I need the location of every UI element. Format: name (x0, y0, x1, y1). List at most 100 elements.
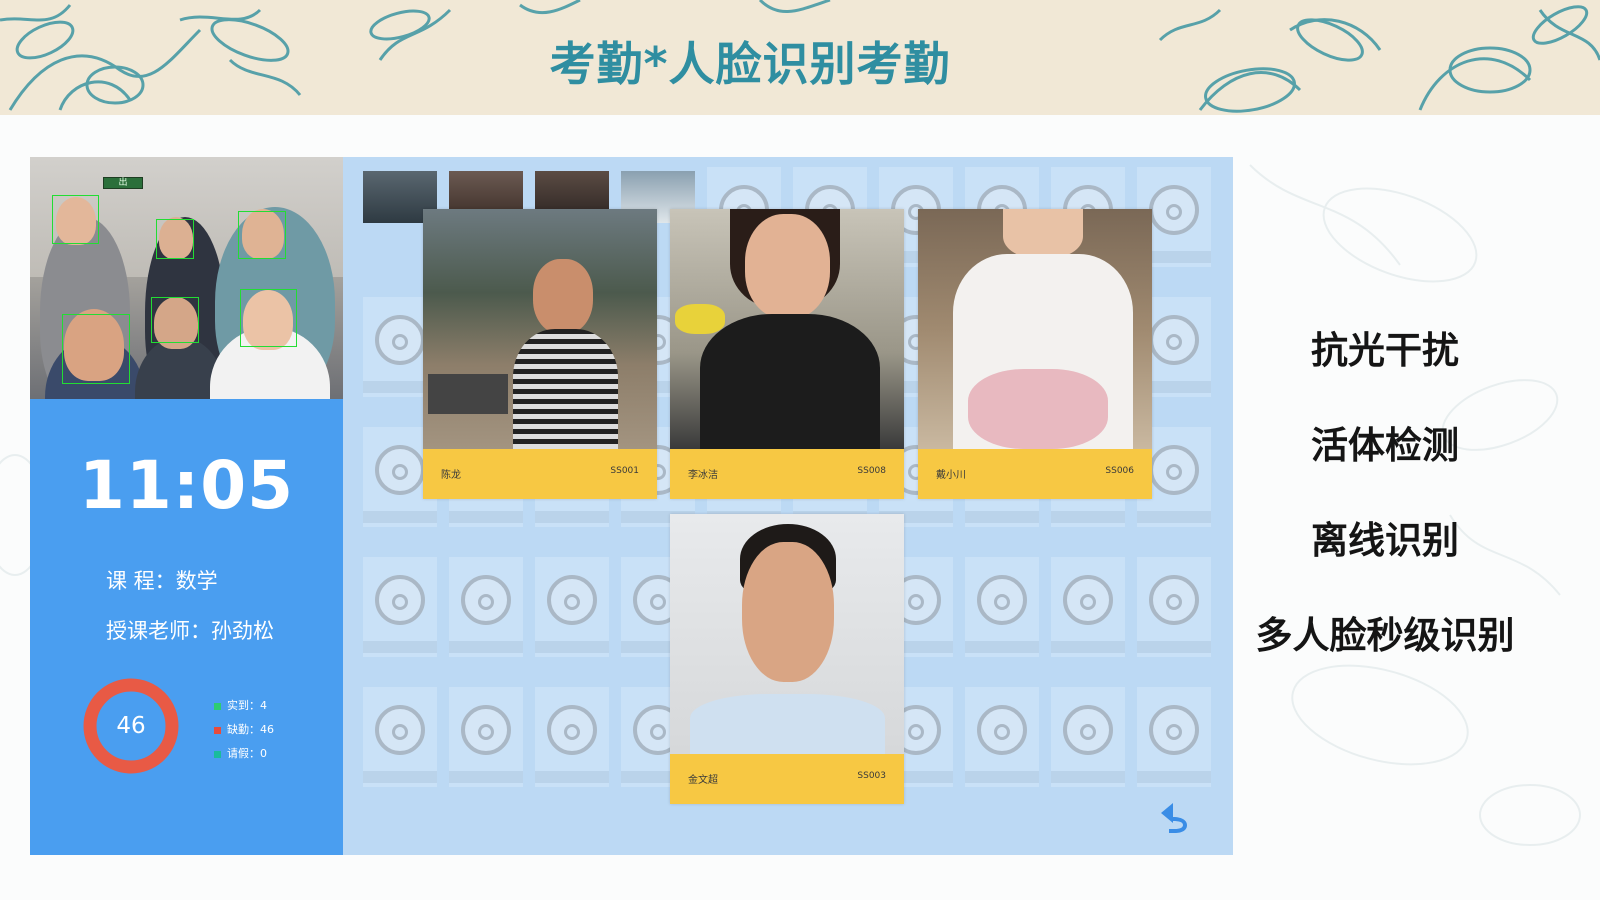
striped-shirt (513, 329, 618, 449)
course-label: 课 程：数学 (106, 569, 218, 593)
slot-name-bar (449, 641, 523, 653)
avatar-face-icon (392, 334, 408, 350)
card-caption: 戴小川 SS006 (918, 449, 1152, 499)
avatar-placeholder-icon (375, 445, 425, 495)
recognized-student-card[interactable]: 陈龙 SS001 (423, 209, 657, 499)
slot-name-bar (363, 511, 437, 523)
yellow-pillow (675, 304, 725, 334)
avatar-placeholder-icon (375, 575, 425, 625)
student-avatar-slot[interactable] (1051, 687, 1125, 787)
student-photo (423, 209, 657, 449)
avatar-face-icon (994, 594, 1010, 610)
face (745, 214, 830, 319)
avatar-face-icon (650, 594, 666, 610)
student-avatar-slot[interactable] (1137, 687, 1211, 787)
slot-name-bar (1051, 641, 1125, 653)
feature-item: 多人脸秒级识别 (1255, 614, 1515, 657)
back-arrow-icon[interactable] (1155, 795, 1197, 837)
slot-name-bar (535, 641, 609, 653)
slot-name-bar (363, 641, 437, 653)
student-avatar-slot[interactable] (1051, 557, 1125, 657)
student-avatar-slot[interactable] (1137, 557, 1211, 657)
avatar-placeholder-icon (1063, 705, 1113, 755)
legend-dot-leave (214, 750, 221, 758)
student-id: SS006 (1105, 466, 1134, 476)
legend-absent-label: 缺勤：46 (227, 723, 274, 736)
slot-name-bar (535, 511, 609, 523)
avatar-placeholder-icon (1149, 705, 1199, 755)
student-avatar-slot[interactable] (363, 687, 437, 787)
card-caption: 陈龙 SS001 (423, 449, 657, 499)
avatar-face-icon (1166, 204, 1182, 220)
pink-clothing (968, 369, 1108, 449)
legend-dot-present (214, 702, 221, 710)
avatar-placeholder-icon (1149, 315, 1199, 365)
slot-name-bar (1137, 641, 1211, 653)
student-avatar-slot[interactable] (449, 687, 523, 787)
current-time: 11:05 (78, 447, 295, 524)
student-name: 金文超 (688, 775, 718, 786)
face-detection-box (62, 314, 130, 384)
avatar-face-icon (650, 724, 666, 740)
student-avatar-slot[interactable] (965, 687, 1039, 787)
avatar-placeholder-icon (1149, 185, 1199, 235)
face (742, 542, 834, 682)
recognized-student-card[interactable]: 金文超 SS003 (670, 514, 904, 804)
slide-title: 考勤*人脸识别考勤 (549, 37, 951, 91)
student-name: 李冰洁 (688, 470, 718, 481)
face (533, 259, 593, 334)
student-avatar-slot[interactable] (535, 557, 609, 657)
slot-name-bar (535, 771, 609, 783)
feature-item: 抗光干扰 (1311, 329, 1459, 372)
avatar-placeholder-icon (375, 705, 425, 755)
avatar-face-icon (908, 594, 924, 610)
avatar-face-icon (392, 594, 408, 610)
avatar-face-icon (994, 724, 1010, 740)
student-avatar-slot[interactable] (965, 557, 1039, 657)
avatar-face-icon (1080, 724, 1096, 740)
legend-leave-label: 请假：0 (227, 747, 267, 760)
black-top (700, 314, 880, 449)
avatar-face-icon (1080, 594, 1096, 610)
avatar-placeholder-icon (1149, 575, 1199, 625)
avatar-placeholder-icon (977, 705, 1027, 755)
avatar-placeholder-icon (375, 315, 425, 365)
face-detection-box (156, 219, 194, 259)
student-name: 戴小川 (936, 470, 966, 481)
face-detection-box (52, 195, 99, 244)
student-photo (670, 514, 904, 754)
slot-name-bar (363, 771, 437, 783)
avatar-placeholder-icon (547, 705, 597, 755)
avatar-placeholder-icon (1063, 575, 1113, 625)
face-detection-box (151, 297, 199, 343)
avatar-face-icon (1166, 724, 1182, 740)
student-id: SS001 (610, 466, 639, 476)
attendance-sidebar: 出 11:05 课 程：数学 授课老师：孙劲松 46 实到：4 缺勤：46 请假… (30, 157, 343, 855)
student-id: SS003 (857, 771, 886, 781)
student-photo (670, 209, 904, 449)
slot-name-bar (1137, 771, 1211, 783)
face-detection-box (240, 289, 297, 347)
avatar-placeholder-icon (461, 575, 511, 625)
recognized-student-card[interactable]: 李冰洁 SS008 (670, 209, 904, 499)
student-avatar-slot[interactable] (363, 557, 437, 657)
slot-name-bar (1051, 771, 1125, 783)
avatar-placeholder-icon (461, 705, 511, 755)
legend-leave: 请假：0 (214, 745, 267, 761)
slot-name-bar (449, 511, 523, 523)
recognized-student-card[interactable]: 戴小川 SS006 (918, 209, 1152, 499)
face (1003, 209, 1083, 259)
avatar-face-icon (1166, 594, 1182, 610)
feature-item: 活体检测 (1311, 424, 1459, 467)
slot-name-bar (965, 771, 1039, 783)
avatar-face-icon (392, 464, 408, 480)
legend-absent: 缺勤：46 (214, 721, 274, 737)
laptop (428, 374, 508, 414)
student-avatar-slot[interactable] (449, 557, 523, 657)
teacher-label: 授课老师：孙劲松 (106, 619, 274, 643)
slot-name-bar (965, 511, 1039, 523)
card-caption: 李冰洁 SS008 (670, 449, 904, 499)
legend-present: 实到：4 (214, 697, 267, 713)
avatar-face-icon (564, 594, 580, 610)
student-avatar-slot[interactable] (535, 687, 609, 787)
